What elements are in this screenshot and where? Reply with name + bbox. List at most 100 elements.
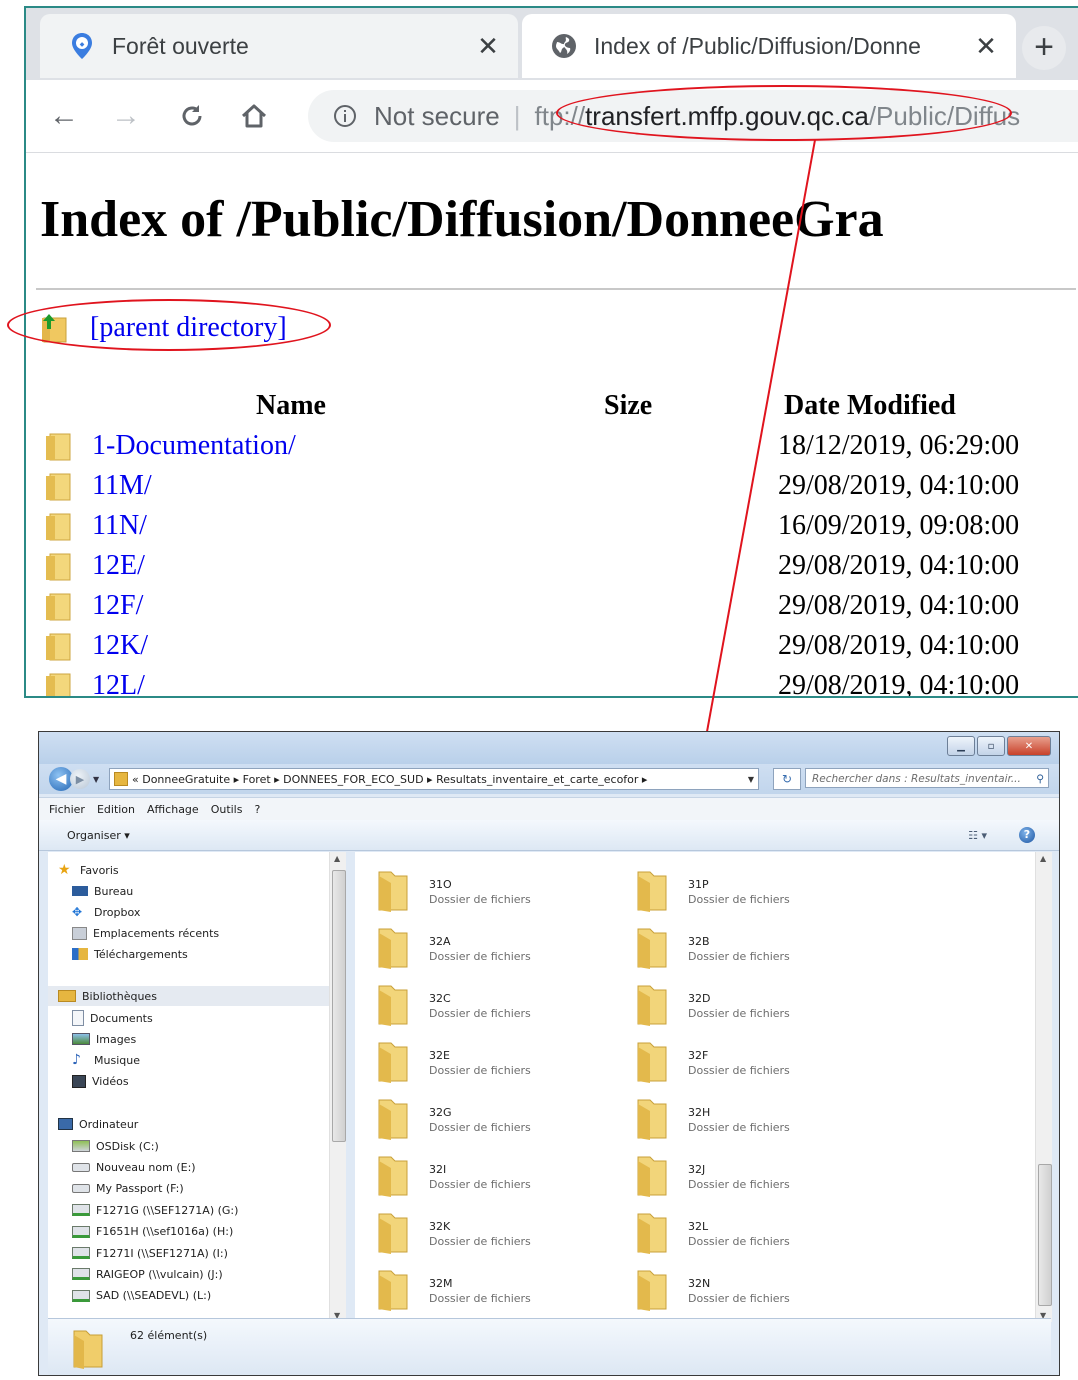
nav-drive[interactable]: RAIGEOP (\\vulcain) (J:)	[72, 1264, 345, 1284]
home-icon[interactable]	[232, 94, 276, 138]
minimize-button[interactable]: ▁	[947, 736, 975, 756]
menu-fichier[interactable]: Fichier	[49, 803, 85, 816]
folder-type: Dossier de fichiers	[429, 893, 531, 906]
refresh-button[interactable]: ↻	[773, 768, 801, 790]
search-icon[interactable]: ⚲	[1036, 769, 1044, 787]
organise-button[interactable]: Organiser ▾	[67, 829, 130, 842]
folder-type: Dossier de fichiers	[688, 1235, 790, 1248]
menu-help[interactable]: ?	[254, 803, 260, 816]
folder-item[interactable]: 32K Dossier de fichiers	[365, 1210, 605, 1258]
forward-button[interactable]: ▶	[70, 769, 90, 789]
folder-name: 32J	[688, 1163, 706, 1176]
network-drive-icon	[72, 1247, 90, 1259]
close-button[interactable]: ✕	[1007, 736, 1051, 756]
folder-item[interactable]: 32A Dossier de fichiers	[365, 925, 605, 973]
listing-row: 1-Documentation/18/12/2019, 06:29:00	[26, 428, 1078, 468]
tab-index-of[interactable]: Index of /Public/Diffusion/Donne ✕	[522, 14, 1016, 78]
chevron-down-icon[interactable]: ▼	[748, 775, 754, 784]
folder-name: 32H	[688, 1106, 711, 1119]
folder-icon	[46, 553, 71, 581]
view-options-icon[interactable]: ☷ ▾	[968, 829, 987, 842]
folder-link[interactable]: 1-Documentation/	[92, 430, 296, 462]
nav-dropbox[interactable]: ✥ Dropbox	[72, 902, 345, 922]
content-scrollbar-thumb[interactable]	[1038, 1164, 1052, 1306]
folder-item[interactable]: 32B Dossier de fichiers	[624, 925, 864, 973]
folder-type: Dossier de fichiers	[688, 1292, 790, 1305]
folder-link[interactable]: 12F/	[92, 590, 143, 622]
menu-affichage[interactable]: Affichage	[147, 803, 199, 816]
nav-downloads[interactable]: Téléchargements	[72, 944, 345, 964]
listing-row: 12L/29/08/2019, 04:10:00	[26, 668, 1078, 696]
folder-item[interactable]: 32N Dossier de fichiers	[624, 1267, 864, 1315]
video-icon	[72, 1074, 86, 1088]
help-icon[interactable]: ?	[1019, 827, 1035, 843]
image-icon	[72, 1033, 90, 1045]
nav-drive[interactable]: F1271G (\\SEF1271A) (G:)	[72, 1200, 345, 1220]
folder-item[interactable]: 32D Dossier de fichiers	[624, 982, 864, 1030]
nav-favorites[interactable]: ★ Favoris	[58, 860, 345, 880]
folder-item[interactable]: 32J Dossier de fichiers	[624, 1153, 864, 1201]
nav-music[interactable]: ♪ Musique	[72, 1050, 345, 1070]
nav-computer[interactable]: Ordinateur	[58, 1114, 345, 1134]
search-input[interactable]: Rechercher dans : Resultats_inventair...…	[805, 768, 1049, 788]
folder-name: 32I	[429, 1163, 447, 1176]
folder-item[interactable]: 32L Dossier de fichiers	[624, 1210, 864, 1258]
folder-item[interactable]: 31P Dossier de fichiers	[624, 868, 864, 916]
divider	[36, 288, 1076, 290]
nav-drive[interactable]: Nouveau nom (E:)	[72, 1157, 345, 1177]
folder-item[interactable]: 31O Dossier de fichiers	[365, 868, 605, 916]
nav-drive[interactable]: F1271I (\\SEF1271A) (I:)	[72, 1243, 345, 1263]
close-tab-icon[interactable]: ✕	[966, 31, 1006, 62]
folder-item[interactable]: 32I Dossier de fichiers	[365, 1153, 605, 1201]
command-bar: Organiser ▾ ☷ ▾ ?	[39, 820, 1059, 851]
listing-row: 12E/29/08/2019, 04:10:00	[26, 548, 1078, 588]
folder-link[interactable]: 12E/	[92, 550, 145, 582]
folder-link[interactable]: 12L/	[92, 670, 145, 696]
nav-bureau[interactable]: Bureau	[72, 881, 345, 901]
title-bar: ▁ ▫ ✕	[39, 732, 1059, 764]
listing-row: 11M/29/08/2019, 04:10:00	[26, 468, 1078, 508]
folder-item[interactable]: 32C Dossier de fichiers	[365, 982, 605, 1030]
nav-images[interactable]: Images	[72, 1029, 345, 1049]
folder-link[interactable]: 11M/	[92, 470, 152, 502]
history-dropdown-icon[interactable]: ▼	[93, 775, 99, 784]
nav-libraries[interactable]: Bibliothèques	[48, 986, 345, 1006]
nav-documents[interactable]: Documents	[72, 1008, 345, 1028]
tab-strip: ◆ Forêt ouverte ✕ Index of /Public/Diffu…	[26, 8, 1078, 80]
folder-icon	[46, 673, 71, 696]
folder-link[interactable]: 11N/	[92, 510, 147, 542]
folder-item[interactable]: 32F Dossier de fichiers	[624, 1039, 864, 1087]
document-icon	[72, 1010, 84, 1026]
folder-link[interactable]: 12K/	[92, 630, 148, 662]
folder-name: 32L	[688, 1220, 709, 1233]
nav-drive[interactable]: F1651H (\\sef1016a) (H:)	[72, 1222, 345, 1242]
nav-drive[interactable]: My Passport (F:)	[72, 1179, 345, 1199]
folder-type: Dossier de fichiers	[429, 1007, 531, 1020]
close-tab-icon[interactable]: ✕	[468, 31, 508, 62]
breadcrumb[interactable]: « DonneeGratuite ▸ Foret ▸ DONNEES_FOR_E…	[132, 773, 647, 786]
folder-item[interactable]: 32M Dossier de fichiers	[365, 1267, 605, 1315]
nav-drive[interactable]: SAD (\\SEADEVL) (L:)	[72, 1286, 345, 1306]
folder-item[interactable]: 32G Dossier de fichiers	[365, 1096, 605, 1144]
folder-icon	[46, 433, 71, 461]
tab-foret-ouverte[interactable]: ◆ Forêt ouverte ✕	[40, 14, 518, 78]
status-bar: 62 élément(s)	[48, 1318, 1051, 1375]
maximize-button[interactable]: ▫	[977, 736, 1005, 756]
nav-videos[interactable]: Vidéos	[72, 1071, 345, 1091]
new-tab-button[interactable]: +	[1022, 26, 1066, 70]
content-scrollbar[interactable]: ▲ ▼	[1035, 852, 1052, 1322]
nav-recent[interactable]: Emplacements récents	[72, 923, 345, 943]
folder-icon	[378, 1213, 408, 1254]
folder-item[interactable]: 32E Dossier de fichiers	[365, 1039, 605, 1087]
folder-item[interactable]: 32H Dossier de fichiers	[624, 1096, 864, 1144]
explorer-address-bar[interactable]: « DonneeGratuite ▸ Foret ▸ DONNEES_FOR_E…	[109, 768, 759, 790]
nav-drive[interactable]: OSDisk (C:)	[72, 1136, 345, 1156]
back-arrow-icon[interactable]: ←	[42, 94, 86, 138]
reload-icon[interactable]	[170, 94, 214, 138]
forward-arrow-icon[interactable]: →	[104, 94, 148, 138]
nav-scrollbar-thumb[interactable]	[332, 870, 346, 1142]
nav-scrollbar[interactable]: ▲ ▼	[329, 852, 346, 1322]
info-icon[interactable]	[330, 101, 360, 131]
menu-outils[interactable]: Outils	[211, 803, 243, 816]
menu-edition[interactable]: Edition	[97, 803, 135, 816]
